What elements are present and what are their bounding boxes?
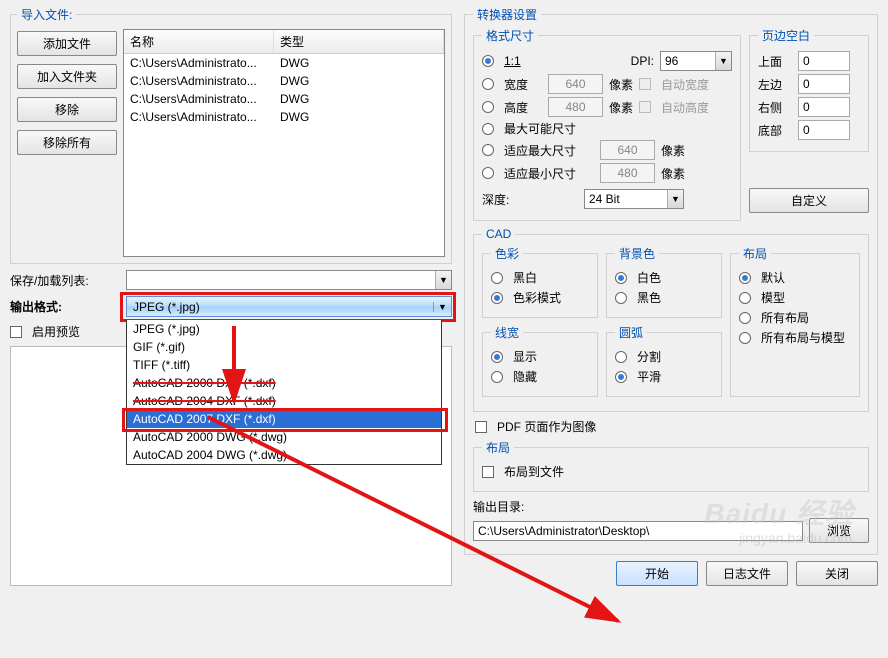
output-format-value: JPEG (*.jpg): [127, 300, 433, 314]
auto-width-check: [639, 78, 651, 90]
layout-default-radio[interactable]: [739, 272, 751, 284]
cad-group: CAD 色彩 黑白 色彩模式 线宽 显示 隐藏 背景色 白色 黑色: [473, 227, 869, 412]
add-folder-button[interactable]: 加入文件夹: [17, 64, 117, 89]
layout-to-file-check[interactable]: [482, 466, 494, 478]
margins-group: 页边空白 上面 左边 右侧 底部: [749, 27, 869, 152]
depth-combo[interactable]: 24 Bit▼: [584, 189, 684, 209]
height-radio[interactable]: [482, 101, 494, 113]
enable-preview-checkbox[interactable]: [10, 326, 22, 338]
arc-smooth-radio[interactable]: [615, 371, 627, 383]
table-row[interactable]: C:\Users\Administrato...DWG: [124, 54, 444, 72]
fit-max-input[interactable]: [600, 140, 655, 160]
layout-group: 布局 布局到文件: [473, 439, 869, 492]
remove-button[interactable]: 移除: [17, 97, 117, 122]
lw-show-radio[interactable]: [491, 351, 503, 363]
cell-name: C:\Users\Administrato...: [124, 54, 274, 72]
bg-black-radio[interactable]: [615, 292, 627, 304]
format-size-group: 格式尺寸 1:1 DPI: 96▼ 宽度 像素 自动宽度: [473, 27, 741, 221]
margin-bottom-input[interactable]: [798, 120, 850, 140]
output-dir-label: 输出目录:: [473, 498, 524, 515]
col-name[interactable]: 名称: [124, 30, 274, 53]
width-input[interactable]: [548, 74, 603, 94]
import-files-group: 导入文件: 添加文件 加入文件夹 移除 移除所有 名称 类型 C:\Users\…: [10, 6, 452, 264]
cell-name: C:\Users\Administrato...: [124, 90, 274, 108]
table-row[interactable]: C:\Users\Administrato...DWG: [124, 72, 444, 90]
output-format-dropdown[interactable]: JPEG (*.jpg)GIF (*.gif)TIFF (*.tiff)Auto…: [126, 320, 442, 465]
margin-left-input[interactable]: [798, 74, 850, 94]
browse-button[interactable]: 浏览: [809, 518, 869, 543]
bg-white-radio[interactable]: [615, 272, 627, 284]
height-input[interactable]: [548, 97, 603, 117]
dropdown-item[interactable]: GIF (*.gif): [127, 338, 441, 356]
fit-min-input[interactable]: [600, 163, 655, 183]
dropdown-item[interactable]: AutoCAD 2004 DXF (*.dxf): [127, 392, 441, 410]
enable-preview-label: 启用预览: [32, 323, 80, 340]
cell-type: DWG: [274, 90, 315, 108]
dropdown-item[interactable]: AutoCAD 2004 DWG (*.dwg): [127, 446, 441, 464]
chevron-down-icon[interactable]: ▼: [715, 52, 731, 70]
start-button[interactable]: 开始: [616, 561, 698, 586]
import-legend: 导入文件:: [17, 6, 76, 23]
fit-max-radio[interactable]: [482, 144, 494, 156]
lw-hide-radio[interactable]: [491, 371, 503, 383]
dropdown-item[interactable]: AutoCAD 2007 DXF (*.dxf): [127, 410, 441, 428]
dropdown-item[interactable]: JPEG (*.jpg): [127, 320, 441, 338]
dropdown-item[interactable]: AutoCAD 2000 DWG (*.dwg): [127, 428, 441, 446]
chevron-down-icon[interactable]: ▼: [433, 302, 451, 312]
converter-legend: 转换器设置: [473, 6, 541, 23]
save-load-list-label: 保存/加载列表:: [10, 272, 120, 289]
ratio-1-1-radio[interactable]: [482, 55, 494, 67]
cell-type: DWG: [274, 108, 315, 126]
margin-right-input[interactable]: [798, 97, 850, 117]
width-radio[interactable]: [482, 78, 494, 90]
chevron-down-icon[interactable]: ▼: [667, 190, 683, 208]
add-file-button[interactable]: 添加文件: [17, 31, 117, 56]
cell-name: C:\Users\Administrato...: [124, 72, 274, 90]
chevron-down-icon[interactable]: ▼: [435, 271, 451, 289]
margin-top-input[interactable]: [798, 51, 850, 71]
table-row[interactable]: C:\Users\Administrato...DWG: [124, 108, 444, 126]
table-header: 名称 类型: [124, 30, 444, 54]
dropdown-item[interactable]: TIFF (*.tiff): [127, 356, 441, 374]
save-load-list-combo[interactable]: ▼: [126, 270, 452, 290]
arc-split-radio[interactable]: [615, 351, 627, 363]
file-list[interactable]: 名称 类型 C:\Users\Administrato...DWGC:\User…: [123, 29, 445, 257]
cell-name: C:\Users\Administrato...: [124, 108, 274, 126]
converter-settings: 转换器设置 格式尺寸 1:1 DPI: 96▼ 宽度 像素: [464, 6, 878, 555]
log-button[interactable]: 日志文件: [706, 561, 788, 586]
output-dir-input[interactable]: [473, 521, 803, 541]
color-bw-radio[interactable]: [491, 272, 503, 284]
layout-all-radio[interactable]: [739, 312, 751, 324]
auto-height-check: [639, 101, 651, 113]
color-mode-radio[interactable]: [491, 292, 503, 304]
customize-button[interactable]: 自定义: [749, 188, 869, 213]
output-format-label: 输出格式:: [10, 298, 120, 315]
max-possible-radio[interactable]: [482, 123, 494, 135]
pdf-as-image-check[interactable]: [475, 421, 487, 433]
layout-model-radio[interactable]: [739, 292, 751, 304]
close-button[interactable]: 关闭: [796, 561, 878, 586]
fit-min-radio[interactable]: [482, 167, 494, 179]
dropdown-item[interactable]: AutoCAD 2000 DXF (*.dxf): [127, 374, 441, 392]
cell-type: DWG: [274, 54, 315, 72]
dpi-combo[interactable]: 96▼: [660, 51, 732, 71]
col-type[interactable]: 类型: [274, 30, 444, 53]
layout-allmodel-radio[interactable]: [739, 332, 751, 344]
remove-all-button[interactable]: 移除所有: [17, 130, 117, 155]
cell-type: DWG: [274, 72, 315, 90]
output-format-combo[interactable]: JPEG (*.jpg) ▼: [126, 296, 452, 317]
table-row[interactable]: C:\Users\Administrato...DWG: [124, 90, 444, 108]
